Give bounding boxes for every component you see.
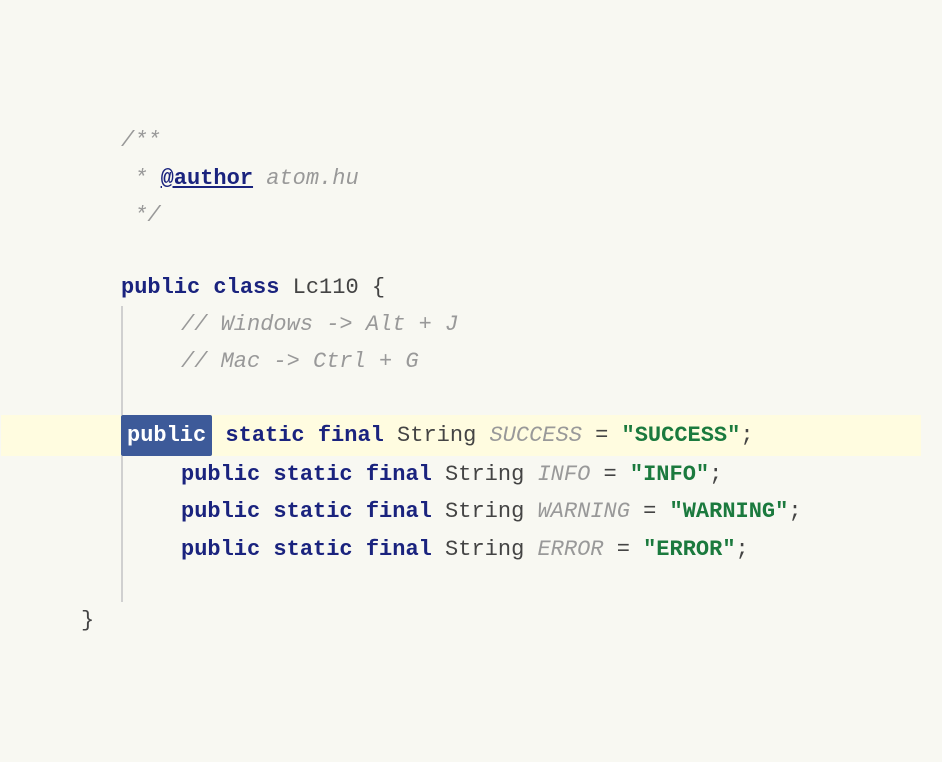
var-success: SUCCESS bbox=[476, 417, 582, 454]
assign-op-warning: = bbox=[630, 493, 670, 530]
closing-brace-token: } bbox=[81, 602, 94, 639]
keyword-public-highlight: public bbox=[121, 415, 212, 456]
comment-star: * bbox=[121, 160, 161, 197]
semi1: ; bbox=[740, 417, 753, 454]
keyword-sf-warning: static final bbox=[260, 493, 432, 530]
line-closing-brace: } bbox=[61, 602, 881, 639]
comment-mac: // Mac -> Ctrl + G bbox=[181, 343, 419, 380]
keyword-sf-error: static final bbox=[260, 531, 432, 568]
keyword-public-warning: public bbox=[181, 493, 260, 530]
type-string-error: String bbox=[432, 531, 524, 568]
var-error: ERROR bbox=[524, 531, 603, 568]
blank-line-2 bbox=[61, 381, 881, 415]
semi2: ; bbox=[709, 456, 722, 493]
comment-close-token: */ bbox=[121, 197, 161, 234]
assign-op-error: = bbox=[604, 531, 644, 568]
keyword-public-error: public bbox=[181, 531, 260, 568]
keyword-public-info: public bbox=[181, 456, 260, 493]
line-comment1: // Windows -> Alt + J bbox=[61, 306, 881, 343]
semi4: ; bbox=[736, 531, 749, 568]
keyword-static-final: static final bbox=[212, 417, 384, 454]
author-value: atom.hu bbox=[253, 160, 359, 197]
string-success: "SUCCESS" bbox=[622, 417, 741, 454]
blank-line-3 bbox=[61, 568, 881, 602]
string-error: "ERROR" bbox=[643, 531, 735, 568]
line-class-decl: public class Lc110 { bbox=[61, 269, 881, 306]
type-string-warning: String bbox=[432, 493, 524, 530]
string-warning: "WARNING" bbox=[670, 493, 789, 530]
semi3: ; bbox=[788, 493, 801, 530]
comment-windows: // Windows -> Alt + J bbox=[181, 306, 458, 343]
keyword-public: public bbox=[121, 269, 200, 306]
line-field-error: public static final String ERROR = "ERRO… bbox=[61, 531, 881, 568]
var-warning: WARNING bbox=[524, 493, 630, 530]
type-string: String bbox=[384, 417, 476, 454]
type-string-info: String bbox=[432, 456, 524, 493]
string-info: "INFO" bbox=[630, 456, 709, 493]
var-info: INFO bbox=[524, 456, 590, 493]
line-javadoc-open: /** bbox=[61, 122, 881, 159]
keyword-class: class bbox=[213, 269, 279, 306]
comment-token: /** bbox=[121, 122, 161, 159]
space bbox=[200, 269, 213, 306]
class-name: Lc110 { bbox=[279, 269, 385, 306]
blank-line-1 bbox=[61, 235, 881, 269]
keyword-sf-info: static final bbox=[260, 456, 432, 493]
assign-op-info: = bbox=[590, 456, 630, 493]
code-editor: /** * @author atom.hu */ public class Lc… bbox=[41, 92, 901, 669]
line-field-success: public static final String SUCCESS = "SU… bbox=[1, 415, 921, 456]
author-tag: @author bbox=[161, 160, 253, 197]
line-comment2: // Mac -> Ctrl + G bbox=[61, 343, 881, 380]
line-field-info: public static final String INFO = "INFO"… bbox=[61, 456, 881, 493]
assign-op: = bbox=[582, 417, 622, 454]
line-author: * @author atom.hu bbox=[61, 160, 881, 197]
line-field-warning: public static final String WARNING = "WA… bbox=[61, 493, 881, 530]
line-javadoc-close: */ bbox=[61, 197, 881, 234]
